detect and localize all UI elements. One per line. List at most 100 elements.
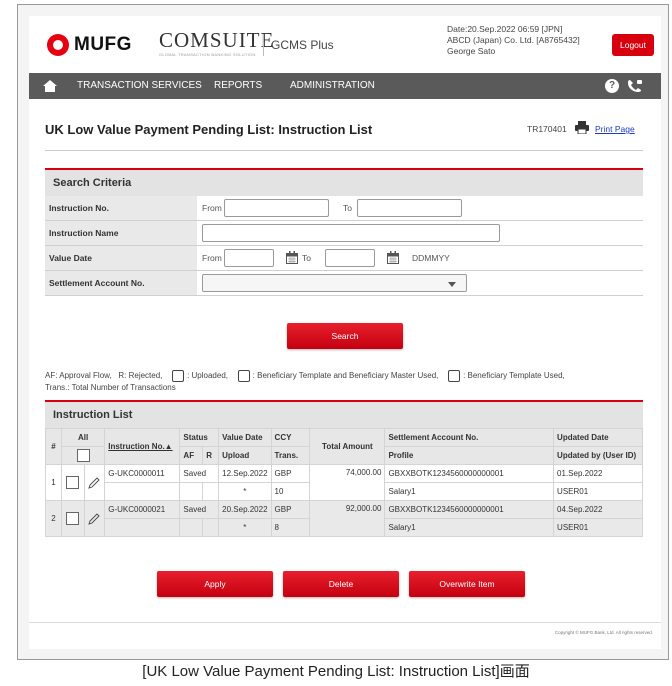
ccy-cell: GBP <box>270 464 311 483</box>
row-edit-cell <box>83 500 106 537</box>
instruction-name-input[interactable] <box>202 224 500 242</box>
af-cell <box>179 518 204 537</box>
mufg-logo-mark-icon <box>47 34 69 56</box>
row-edit-cell <box>83 464 106 501</box>
col-total-amount: Total Amount <box>309 428 386 465</box>
instruction-sub-cell <box>104 482 181 501</box>
updated-by-cell: USER01 <box>553 518 643 537</box>
settlement-account-cell: GBXXBOTK1234560000000001 <box>384 464 555 483</box>
select-all-checkbox[interactable] <box>76 449 90 462</box>
legend: AF: Approval Flow, R: Rejected, : Upload… <box>45 370 645 393</box>
instruction-name-field <box>198 221 643 245</box>
instruction-list-header: Instruction List <box>45 402 643 428</box>
r-cell <box>202 482 220 501</box>
apply-button[interactable]: Apply <box>157 571 273 597</box>
trans-cell: 10 <box>270 482 311 501</box>
instruction-table: # All Instruction No.▲ Status Value Date… <box>45 428 643 537</box>
col-instruction-no[interactable]: Instruction No.▲ <box>104 428 181 465</box>
col-hash: # <box>45 428 62 465</box>
settlement-account-label: Settlement Account No. <box>45 271 197 295</box>
row-number: 1 <box>45 464 62 501</box>
page-title: UK Low Value Payment Pending List: Instr… <box>45 122 373 137</box>
calendar-icon[interactable] <box>387 251 399 264</box>
select-all-cell <box>60 446 106 465</box>
instruction-no-row: Instruction No. From To <box>45 196 643 221</box>
col-profile: Profile <box>384 446 555 465</box>
updated-date-cell: 01.Sep.2022 <box>553 464 643 483</box>
value-date-from-input[interactable] <box>224 249 274 267</box>
sort-instruction-link[interactable]: Instruction No.▲ <box>108 442 172 451</box>
row-checkbox-cell <box>60 464 85 501</box>
instruction-sub-cell <box>104 518 181 537</box>
footer-divider <box>29 622 661 623</box>
total-amount-cell: 74,000.00 <box>309 464 386 501</box>
updated-by-cell: USER01 <box>553 482 643 501</box>
upload-cell: * <box>218 482 272 501</box>
printer-icon[interactable] <box>575 120 589 134</box>
help-icon[interactable]: ? <box>605 79 619 93</box>
beneficiary-master-icon <box>237 370 250 382</box>
overwrite-item-button[interactable]: Overwrite Item <box>409 571 525 597</box>
instruction-no-from-input[interactable] <box>224 199 329 217</box>
profile-cell: Salary1 <box>384 518 555 537</box>
product-tagline: GLOBAL TRANSACTION BANKING SOLUTION <box>159 52 256 57</box>
screenshot-frame: MUFG COMSUITE GLOBAL TRANSACTION BANKING… <box>17 4 669 660</box>
upload-icon <box>172 370 185 382</box>
date-format-hint: DDMMYY <box>412 253 450 263</box>
col-r: R <box>202 446 220 465</box>
updated-date-cell: 04.Sep.2022 <box>553 500 643 519</box>
print-page-link[interactable]: Print Page <box>595 124 635 134</box>
col-status: Status <box>179 428 220 447</box>
settlement-account-select[interactable] <box>202 274 467 292</box>
home-icon[interactable] <box>43 80 57 92</box>
main-nav: TRANSACTION SERVICES REPORTS ADMINISTRAT… <box>29 73 661 99</box>
pencil-edit-icon[interactable] <box>88 476 101 489</box>
from-label: From <box>202 203 222 213</box>
upload-cell: * <box>218 518 272 537</box>
instruction-no-label: Instruction No. <box>45 196 197 220</box>
nav-administration[interactable]: ADMINISTRATION <box>290 73 375 99</box>
logout-button[interactable]: Logout <box>612 34 654 56</box>
calendar-icon[interactable] <box>286 251 298 264</box>
col-ccy: CCY <box>270 428 311 447</box>
instruction-name-row: Instruction Name <box>45 221 643 246</box>
company-name: ABCD (Japan) Co. Ltd. [A8765432] <box>447 35 580 45</box>
row-checkbox[interactable] <box>66 476 80 489</box>
search-button[interactable]: Search <box>287 323 403 349</box>
from-label: From <box>202 253 222 263</box>
header-divider <box>263 34 264 56</box>
table-header-row-1: # All Instruction No.▲ Status Value Date… <box>45 428 643 465</box>
col-updated-by: Updated by (User ID) <box>553 446 643 465</box>
pencil-edit-icon[interactable] <box>88 512 101 525</box>
to-label: To <box>302 253 311 263</box>
value-date-to-input[interactable] <box>325 249 375 267</box>
legend-trans: Trans.: Total Number of Transactions <box>45 383 176 392</box>
login-date: Date:20.Sep.2022 06:59 [JPN] <box>447 24 563 34</box>
settlement-account-cell: GBXXBOTK1234560000000001 <box>384 500 555 519</box>
nav-transaction-services[interactable]: TRANSACTION SERVICES <box>77 73 202 99</box>
instruction-list-title: Instruction List <box>53 409 133 421</box>
app-page: MUFG COMSUITE GLOBAL TRANSACTION BANKING… <box>29 16 661 649</box>
delete-button[interactable]: Delete <box>283 571 399 597</box>
col-upload: Upload <box>218 446 272 465</box>
row-checkbox-cell <box>60 500 85 537</box>
table-row: 2 G-UKC0000021 Saved 20.Sep.2022 GBP 92,… <box>45 500 643 537</box>
chevron-down-icon <box>448 282 456 287</box>
settlement-account-row: Settlement Account No. <box>45 271 643 296</box>
search-criteria-title: Search Criteria <box>53 177 132 189</box>
table-row: 1 G-UKC0000011 Saved 12.Sep.2022 GBP 74,… <box>45 464 643 501</box>
row-number: 2 <box>45 500 62 537</box>
instruction-no-to-input[interactable] <box>357 199 462 217</box>
mufg-logo: MUFG <box>47 34 132 56</box>
legend-beneficiary-master: : Beneficiary Template and Beneficiary M… <box>252 371 439 381</box>
profile-cell: Salary1 <box>384 482 555 501</box>
instruction-no-cell[interactable]: G-UKC0000011 <box>104 464 181 483</box>
col-af: AF <box>179 446 204 465</box>
nav-reports[interactable]: REPORTS <box>214 73 262 99</box>
value-date-label: Value Date <box>45 246 197 270</box>
phone-support-icon[interactable] <box>627 79 643 93</box>
instruction-no-cell[interactable]: G-UKC0000021 <box>104 500 181 519</box>
row-checkbox[interactable] <box>66 512 80 525</box>
col-trans: Trans. <box>270 446 311 465</box>
instruction-no-field: From To <box>198 196 643 220</box>
